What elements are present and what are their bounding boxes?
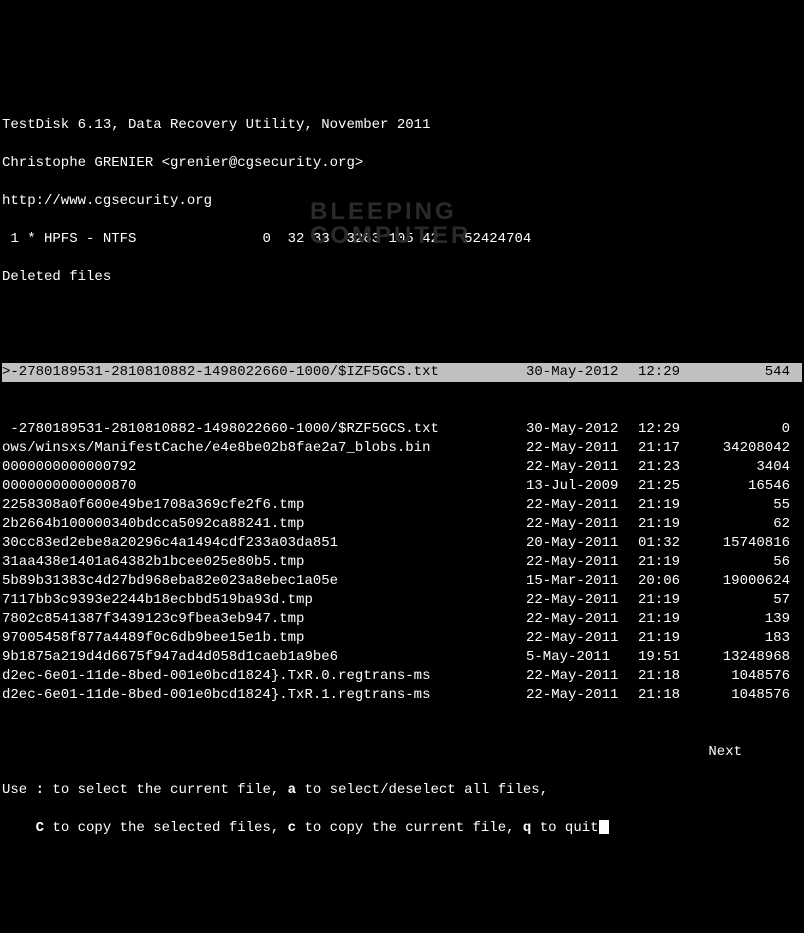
file-row[interactable]: -2780189531-2810810882-1498022660-1000/$… — [2, 420, 802, 439]
blank-line — [2, 306, 802, 325]
file-size: 1048576 — [694, 686, 798, 705]
file-row[interactable]: 30cc83ed2ebe8a20296c4a1494cdf233a03da851… — [2, 534, 802, 553]
file-date: 15-Mar-2011 — [522, 572, 638, 591]
file-date: 22-May-2011 — [522, 667, 638, 686]
file-date: 22-May-2011 — [522, 496, 638, 515]
file-size: 3404 — [694, 458, 798, 477]
cursor-icon — [599, 820, 609, 834]
file-time: 01:32 — [638, 534, 694, 553]
file-size: 34208042 — [694, 439, 798, 458]
file-name: 7802c8541387f3439123c9fbea3eb947.tmp — [2, 610, 522, 629]
header-mode: Deleted files — [2, 268, 802, 287]
file-name: 5b89b31383c4d27bd968eba82e023a8ebec1a05e — [2, 572, 522, 591]
help-line-1: Use : to select the current file, a to s… — [2, 781, 802, 800]
header-partition: 1 * HPFS - NTFS 0 32 33 3263 105 42 5242… — [2, 230, 802, 249]
file-name: 30cc83ed2ebe8a20296c4a1494cdf233a03da851 — [2, 534, 522, 553]
file-row[interactable]: d2ec-6e01-11de-8bed-001e0bcd1824}.TxR.0.… — [2, 667, 802, 686]
file-name: 97005458f877a4489f0c6db9bee15e1b.tmp — [2, 629, 522, 648]
file-time: 21:19 — [638, 496, 694, 515]
header-url: http://www.cgsecurity.org — [2, 192, 802, 211]
file-size: 13248968 — [694, 648, 798, 667]
file-row[interactable]: 000000000000079222-May-201121:233404 — [2, 458, 802, 477]
file-row[interactable]: 31aa438e1401a64382b1bcee025e80b5.tmp22-M… — [2, 553, 802, 572]
file-date: 22-May-2011 — [522, 610, 638, 629]
file-time: 21:19 — [638, 629, 694, 648]
file-time: 21:19 — [638, 591, 694, 610]
file-name: d2ec-6e01-11de-8bed-001e0bcd1824}.TxR.0.… — [2, 667, 522, 686]
file-date: 22-May-2011 — [522, 686, 638, 705]
file-name: 31aa438e1401a64382b1bcee025e80b5.tmp — [2, 553, 522, 572]
file-time: 21:23 — [638, 458, 694, 477]
file-name: 2b2664b100000340bdcca5092ca88241.tmp — [2, 515, 522, 534]
file-time: 21:19 — [638, 610, 694, 629]
file-date: 22-May-2011 — [522, 439, 638, 458]
header-author: Christophe GRENIER <grenier@cgsecurity.o… — [2, 154, 802, 173]
file-size: 1048576 — [694, 667, 798, 686]
file-size: 19000624 — [694, 572, 798, 591]
file-row-selected[interactable]: >-2780189531-2810810882-1498022660-1000/… — [2, 363, 802, 382]
file-size: 0 — [694, 420, 798, 439]
file-date: 22-May-2011 — [522, 629, 638, 648]
file-row[interactable]: ows/winsxs/ManifestCache/e4e8be02b8fae2a… — [2, 439, 802, 458]
file-name: 7117bb3c9393e2244b18ecbbd519ba93d.tmp — [2, 591, 522, 610]
file-time: 21:17 — [638, 439, 694, 458]
file-name: -2780189531-2810810882-1498022660-1000/$… — [2, 420, 522, 439]
file-size: 544 — [694, 363, 798, 382]
file-name: 9b1875a219d4d6675f947ad4d058d1caeb1a9be6 — [2, 648, 522, 667]
file-date: 20-May-2011 — [522, 534, 638, 553]
file-row[interactable]: 2b2664b100000340bdcca5092ca88241.tmp22-M… — [2, 515, 802, 534]
file-date: 13-Jul-2009 — [522, 477, 638, 496]
file-row[interactable]: 97005458f877a4489f0c6db9bee15e1b.tmp22-M… — [2, 629, 802, 648]
file-time: 21:25 — [638, 477, 694, 496]
file-row[interactable]: 7117bb3c9393e2244b18ecbbd519ba93d.tmp22-… — [2, 591, 802, 610]
file-size: 62 — [694, 515, 798, 534]
file-time: 21:19 — [638, 515, 694, 534]
file-date: 30-May-2012 — [522, 420, 638, 439]
file-name: 0000000000000792 — [2, 458, 522, 477]
file-name: ows/winsxs/ManifestCache/e4e8be02b8fae2a… — [2, 439, 522, 458]
file-date: 22-May-2011 — [522, 591, 638, 610]
file-row[interactable]: 2258308a0f600e49be1708a369cfe2f6.tmp22-M… — [2, 496, 802, 515]
file-name: 2258308a0f600e49be1708a369cfe2f6.tmp — [2, 496, 522, 515]
file-name: >-2780189531-2810810882-1498022660-1000/… — [2, 363, 522, 382]
file-date: 5-May-2011 — [522, 648, 638, 667]
file-time: 21:18 — [638, 686, 694, 705]
file-size: 55 — [694, 496, 798, 515]
file-time: 20:06 — [638, 572, 694, 591]
file-size: 57 — [694, 591, 798, 610]
file-time: 19:51 — [638, 648, 694, 667]
file-size: 16546 — [694, 477, 798, 496]
file-size: 56 — [694, 553, 798, 572]
file-name: 0000000000000870 — [2, 477, 522, 496]
file-row[interactable]: 000000000000087013-Jul-200921:2516546 — [2, 477, 802, 496]
header-title: TestDisk 6.13, Data Recovery Utility, No… — [2, 116, 802, 135]
file-row[interactable]: 7802c8541387f3439123c9fbea3eb947.tmp22-M… — [2, 610, 802, 629]
file-name: d2ec-6e01-11de-8bed-001e0bcd1824}.TxR.1.… — [2, 686, 522, 705]
file-time: 21:19 — [638, 553, 694, 572]
file-row[interactable]: 5b89b31383c4d27bd968eba82e023a8ebec1a05e… — [2, 572, 802, 591]
file-time: 12:29 — [638, 363, 694, 382]
file-date: 22-May-2011 — [522, 553, 638, 572]
file-time: 12:29 — [638, 420, 694, 439]
file-row[interactable]: d2ec-6e01-11de-8bed-001e0bcd1824}.TxR.1.… — [2, 686, 802, 705]
file-date: 22-May-2011 — [522, 458, 638, 477]
file-size: 183 — [694, 629, 798, 648]
file-size: 139 — [694, 610, 798, 629]
file-time: 21:18 — [638, 667, 694, 686]
file-row[interactable]: 9b1875a219d4d6675f947ad4d058d1caeb1a9be6… — [2, 648, 802, 667]
next-indicator: Next — [2, 743, 802, 762]
file-date: 30-May-2012 — [522, 363, 638, 382]
file-size: 15740816 — [694, 534, 798, 553]
help-line-2: C to copy the selected files, c to copy … — [2, 819, 802, 838]
file-date: 22-May-2011 — [522, 515, 638, 534]
